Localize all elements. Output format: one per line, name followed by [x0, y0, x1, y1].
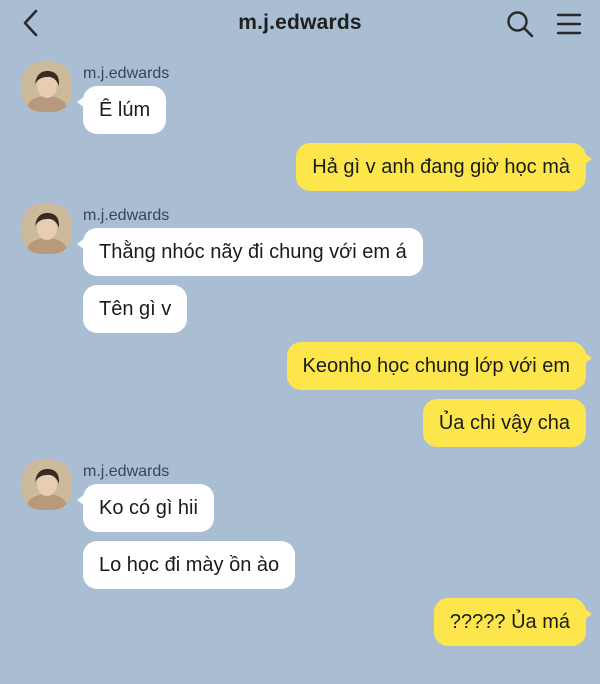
message-bubble-outgoing[interactable]: Keonho học chung lớp với em	[286, 342, 592, 390]
chat-header: m.j.edwards	[0, 0, 600, 48]
message-text: Ê lúm	[99, 98, 151, 121]
message-text: Keonho học chung lớp với em	[302, 354, 571, 377]
message-bubble-incoming[interactable]: Thằng nhóc nãy đi chung với em á	[77, 228, 423, 276]
search-icon	[507, 11, 534, 38]
message-text: Lo học đi mày ồn ào	[99, 553, 280, 576]
menu-button[interactable]	[556, 11, 582, 37]
message-text: Ko có gì hii	[99, 496, 198, 519]
message-bubble-incoming[interactable]: Ko có gì hii	[77, 484, 214, 532]
hamburger-menu-icon	[556, 13, 582, 35]
search-button[interactable]	[505, 9, 535, 39]
profile-photo-icon	[22, 62, 72, 112]
avatar[interactable]	[22, 62, 72, 112]
message-text: Thằng nhóc nãy đi chung với em á	[99, 240, 407, 263]
message-bubble-outgoing[interactable]: ????? Ủa má	[433, 598, 593, 646]
profile-photo-icon	[22, 460, 72, 510]
message-bubble-outgoing[interactable]: Ủa chi vậy cha	[422, 399, 586, 447]
message-bubble-outgoing[interactable]: Hả gì v anh đang giờ học mà	[296, 143, 592, 191]
sender-name: m.j.edwards	[83, 65, 170, 82]
message-bubble-incoming[interactable]: Lo học đi mày ồn ào	[83, 541, 296, 589]
sender-name: m.j.edwards	[83, 207, 170, 224]
message-text: Tên gì v	[99, 297, 172, 320]
message-text: Ủa chi vậy cha	[438, 411, 570, 434]
sender-name: m.j.edwards	[83, 463, 170, 480]
avatar[interactable]	[22, 460, 72, 510]
message-bubble-incoming[interactable]: Ê lúm	[76, 86, 167, 134]
message-text: ????? Ủa má	[449, 610, 570, 633]
profile-photo-icon	[22, 204, 72, 254]
avatar[interactable]	[22, 204, 72, 254]
message-bubble-incoming[interactable]: Tên gì v	[83, 285, 188, 333]
message-text: Hả gì v anh đang giờ học mà	[312, 155, 570, 178]
